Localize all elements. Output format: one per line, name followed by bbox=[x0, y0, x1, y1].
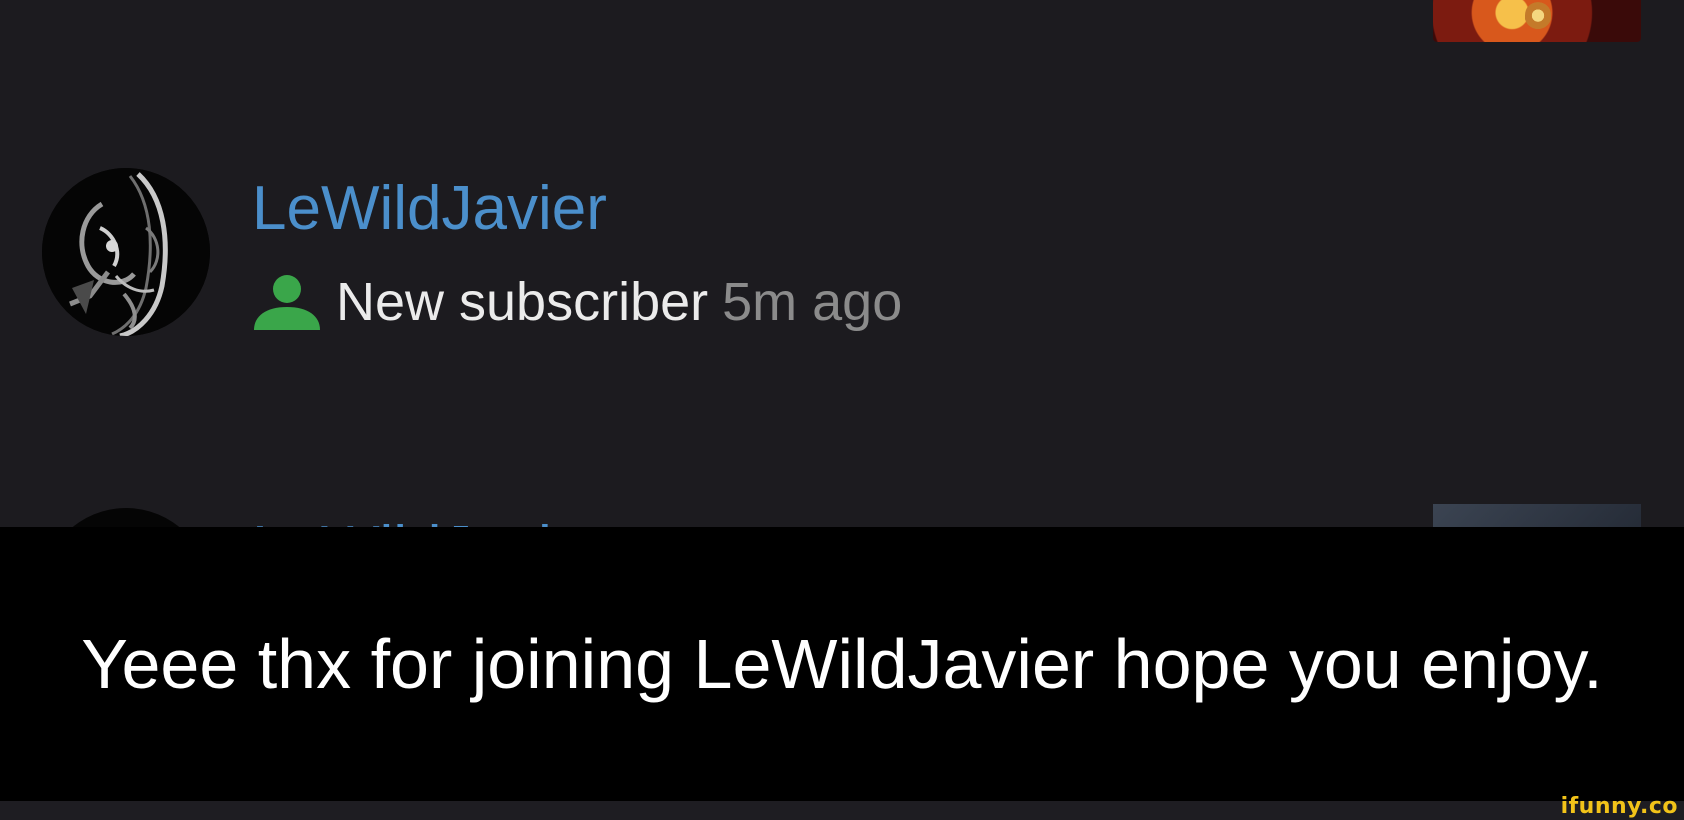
watermark: ifunny.co bbox=[1560, 794, 1678, 819]
next-notification-item[interactable]: LeWildJavier bbox=[0, 500, 1684, 530]
footer-strip bbox=[0, 801, 1684, 820]
username-link[interactable]: LeWildJavier bbox=[252, 178, 607, 240]
caption-text: Yeee thx for joining LeWildJavier hope y… bbox=[81, 625, 1603, 703]
timestamp: 5m ago bbox=[722, 272, 903, 332]
person-icon bbox=[254, 275, 320, 330]
caption-band: Yeee thx for joining LeWildJavier hope y… bbox=[0, 527, 1684, 801]
notification-item[interactable]: LeWildJavier New subscriber 5m ago bbox=[0, 150, 1684, 350]
notification-meta: New subscriber 5m ago bbox=[252, 272, 902, 332]
avatar-image bbox=[42, 168, 210, 336]
previous-notification-thumbnail[interactable] bbox=[1433, 0, 1641, 42]
event-text: New subscriber bbox=[336, 272, 709, 332]
app-screen: LeWildJavier New subscriber 5m ago LeWil… bbox=[0, 0, 1684, 820]
avatar[interactable] bbox=[42, 168, 210, 336]
